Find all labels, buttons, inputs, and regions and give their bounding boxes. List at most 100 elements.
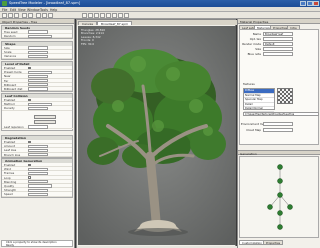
property-row: Branch loss [2, 153, 72, 157]
section-degradation: Degradation Enabled Amount Leaf loss Bra… [1, 135, 73, 158]
texture-list: Diffuse Normal Map Specular Map Detail D… [243, 88, 275, 112]
property-dropdown[interactable] [28, 70, 52, 74]
generation-header: Generation [238, 150, 320, 156]
property-row: Density [2, 106, 72, 111]
size-input[interactable] [263, 47, 293, 51]
property-dropdown[interactable] [28, 184, 52, 188]
section-leaf-collision: Leaf Collision Enabled Method Density Le… [1, 93, 73, 131]
field-environment-mode: Environment mode [241, 122, 319, 126]
graph-node[interactable] [277, 210, 283, 216]
property-dropdown[interactable] [28, 102, 52, 106]
viewport-panel: Canvas Broadleaf_87.spm Triangles: 28,81… [76, 19, 237, 248]
compute-button[interactable] [34, 115, 56, 119]
field-textures: Textures [241, 82, 319, 86]
menu-window[interactable]: Window [27, 8, 40, 12]
property-input[interactable] [28, 171, 48, 175]
property-input[interactable] [28, 78, 48, 83]
window-title: SpeedTree Modeler - [broadleaf_87.spm] [9, 1, 81, 5]
settings-icon[interactable] [124, 13, 129, 18]
rotate-tool-icon[interactable] [48, 13, 53, 18]
wind-icon[interactable] [100, 13, 105, 18]
minimize-button[interactable] [300, 1, 306, 6]
property-checkbox[interactable] [28, 98, 31, 102]
3d-scene[interactable]: Triangles: 28,816 Branches: 2,914 Leaves… [78, 26, 236, 245]
remove-button[interactable] [34, 120, 56, 124]
lighting-icon[interactable] [94, 13, 99, 18]
menu-tools[interactable]: Tools [40, 8, 48, 12]
generation-title: Generation [240, 151, 257, 156]
property-input[interactable] [28, 87, 48, 91]
property-input[interactable] [28, 192, 48, 196]
stat-fps: FPS: 30.0 [81, 41, 95, 46]
property-input[interactable] [28, 167, 48, 171]
stats-overlay: Triangles: 28,816 Branches: 2,914 Leaves… [81, 28, 105, 46]
texture-preview[interactable] [277, 88, 293, 104]
section-level-of-detail: Level of Detail Enabled Preset mode Near… [1, 61, 73, 93]
tab-tree-file[interactable]: Broadleaf_87.spm [97, 20, 133, 26]
environment-mode-select[interactable] [263, 122, 293, 126]
property-label: Billboard dist [4, 86, 23, 91]
property-input[interactable] [28, 144, 48, 148]
property-input[interactable] [28, 152, 48, 157]
field-label: Render mode [242, 42, 261, 46]
property-checkbox[interactable] [28, 163, 31, 167]
property-input[interactable] [28, 83, 48, 87]
new-file-icon[interactable] [2, 13, 7, 18]
undo-icon[interactable] [22, 13, 27, 18]
field-label: Blue note [247, 52, 261, 56]
move-tool-icon[interactable] [42, 13, 47, 18]
render-icon[interactable] [118, 13, 123, 18]
render-mode-select[interactable]: Default [263, 42, 293, 46]
property-label: Branch loss [4, 152, 21, 157]
graph-node[interactable] [277, 224, 283, 230]
open-folder-icon[interactable] [8, 13, 13, 18]
graph-node[interactable] [277, 164, 283, 170]
property-checkbox[interactable] [28, 140, 31, 144]
zoom-icon[interactable] [112, 13, 117, 18]
generation-tabs: Customization Properties [239, 240, 319, 245]
cloud-map-input[interactable] [263, 128, 293, 132]
save-icon[interactable] [14, 13, 19, 18]
property-input[interactable] [28, 180, 48, 184]
camera-icon[interactable] [82, 13, 87, 18]
field-label: Size [255, 47, 261, 51]
graph-node[interactable] [287, 204, 293, 210]
property-label: Leaf repulsion [4, 125, 24, 129]
property-input[interactable] [28, 74, 48, 78]
wireframe-icon[interactable] [88, 13, 93, 18]
graph-node[interactable] [277, 178, 283, 184]
name-input[interactable]: Broadleaf leaf [263, 32, 293, 36]
property-input[interactable] [28, 106, 48, 110]
property-input[interactable] [28, 50, 48, 54]
grid-icon[interactable] [106, 13, 111, 18]
blue-note-input[interactable] [263, 52, 293, 56]
property-input[interactable] [28, 46, 48, 50]
app-icon [2, 1, 7, 6]
property-input[interactable] [28, 148, 48, 152]
select-tool-icon[interactable] [36, 13, 41, 18]
redo-icon[interactable] [28, 13, 33, 18]
property-input[interactable] [28, 30, 48, 34]
property-input[interactable] [28, 125, 48, 129]
generation-graph[interactable] [239, 156, 319, 238]
menu-help[interactable]: Help [50, 8, 57, 12]
property-input[interactable] [28, 54, 48, 58]
menu-edit[interactable]: Edit [10, 8, 16, 12]
property-description-box: Click a property to show its description… [1, 240, 73, 247]
tab-generation-properties[interactable]: Properties [263, 240, 284, 245]
property-dropdown[interactable] [28, 34, 52, 38]
opt-tex-input[interactable] [263, 37, 293, 41]
property-checkbox[interactable] [28, 176, 31, 179]
texture-path-input[interactable]: C:\SpeedTree\Textures\Broadleaf\Leaf.tga [243, 112, 319, 116]
field-opt-tex: Opt. tex [241, 37, 319, 41]
tab-canvas[interactable]: Canvas [78, 20, 98, 26]
graph-node[interactable] [277, 192, 283, 198]
property-input[interactable] [28, 188, 48, 192]
close-button[interactable] [313, 1, 319, 6]
panel-title: Material Properties [240, 19, 269, 24]
graph-node[interactable] [267, 204, 273, 210]
tab-customization[interactable]: Customization [239, 240, 266, 245]
property-checkbox[interactable] [28, 66, 31, 70]
menu-view[interactable]: View [18, 8, 26, 12]
menu-file[interactable]: File [2, 8, 7, 12]
